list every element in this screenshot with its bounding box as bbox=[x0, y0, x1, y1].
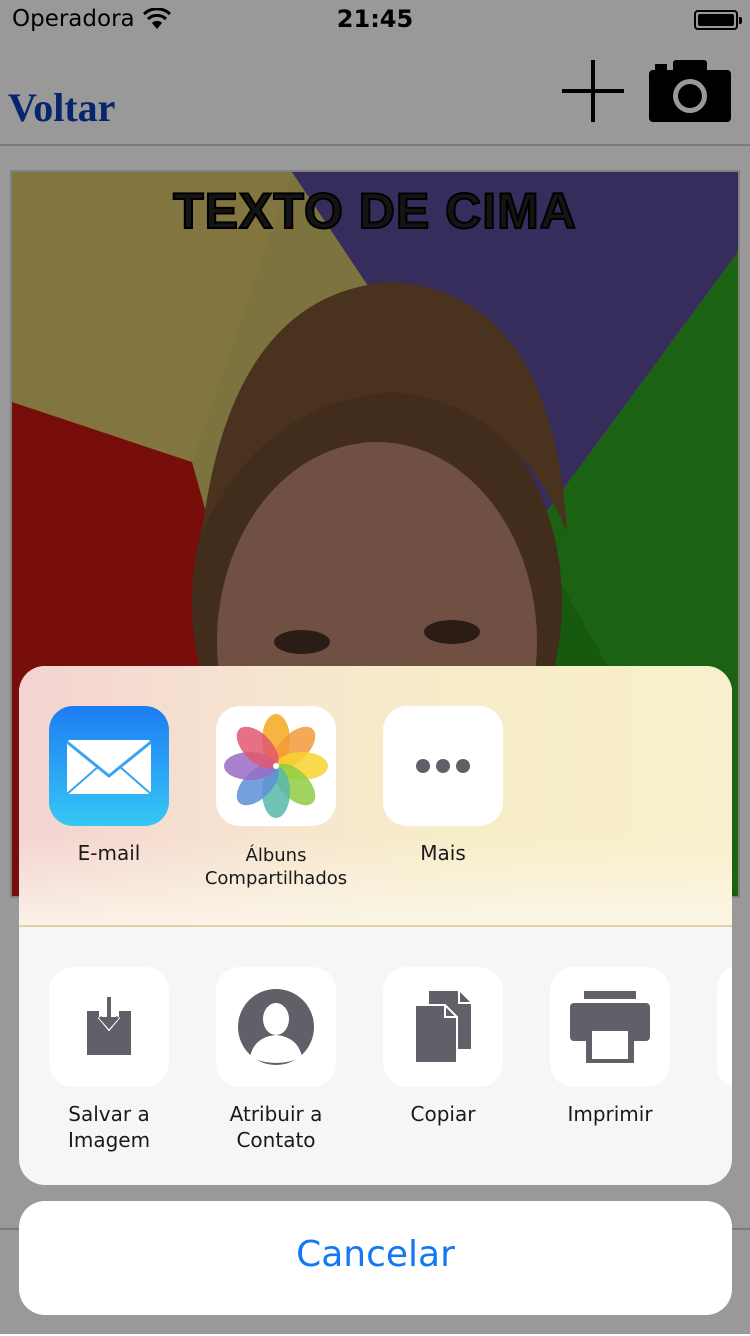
label-line: Contato bbox=[236, 1128, 316, 1152]
action-print[interactable] bbox=[550, 967, 670, 1087]
action-copy[interactable] bbox=[383, 967, 503, 1087]
more-icon bbox=[416, 759, 470, 773]
cancel-label: Cancelar bbox=[296, 1234, 455, 1275]
label-line: Álbuns bbox=[245, 845, 307, 866]
photos-icon bbox=[224, 714, 328, 818]
share-app-shared-albums[interactable] bbox=[216, 706, 336, 826]
action-more-partial[interactable] bbox=[717, 967, 732, 1087]
share-app-email-label: E-mail bbox=[77, 841, 141, 865]
mail-icon bbox=[66, 740, 152, 795]
share-app-more[interactable] bbox=[383, 706, 503, 826]
label-line: Compartilhados bbox=[204, 868, 348, 889]
share-app-more-label: Mais bbox=[420, 841, 466, 865]
share-app-email[interactable] bbox=[49, 706, 169, 826]
action-copy-label: Copiar bbox=[410, 1102, 476, 1126]
action-print-label: Imprimir bbox=[567, 1102, 653, 1126]
share-app-shared-albums-label: Álbuns Compartilhados bbox=[191, 844, 361, 890]
label-line: Imagem bbox=[67, 1128, 151, 1152]
copy-icon bbox=[414, 991, 471, 1064]
action-save-image[interactable] bbox=[49, 967, 169, 1087]
contact-icon bbox=[238, 989, 314, 1065]
share-sheet-divider bbox=[19, 925, 732, 927]
label-line: Atribuir a bbox=[229, 1102, 323, 1126]
share-sheet: E-mail Álbuns Compartilhados Mais Salvar… bbox=[19, 666, 732, 1185]
save-image-icon bbox=[87, 997, 131, 1055]
print-icon bbox=[570, 991, 650, 1063]
action-assign-contact[interactable] bbox=[216, 967, 336, 1087]
label-line: Salvar a bbox=[68, 1102, 150, 1126]
action-assign-contact-label: Atribuir a Contato bbox=[191, 1101, 361, 1153]
action-save-image-label: Salvar a Imagem bbox=[24, 1101, 194, 1153]
cancel-button[interactable]: Cancelar bbox=[19, 1201, 732, 1315]
